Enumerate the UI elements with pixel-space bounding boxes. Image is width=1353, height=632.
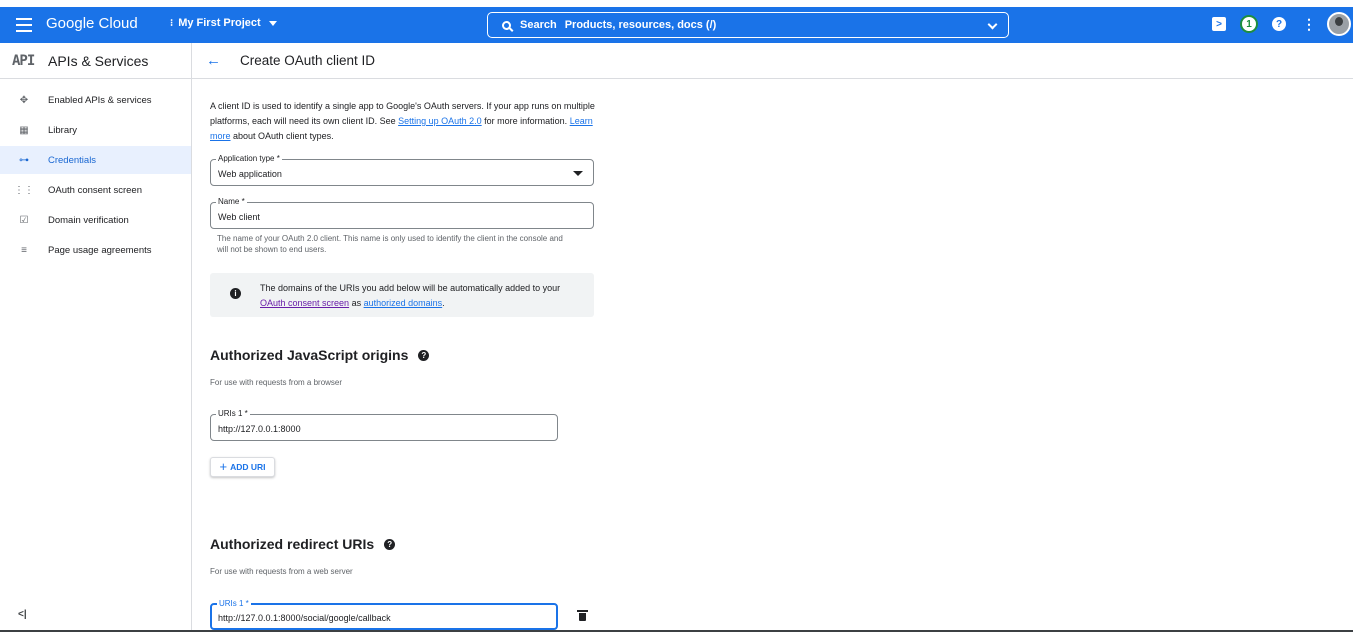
sidebar-item-domain-verification[interactable]: ☑ Domain verification — [0, 206, 191, 234]
back-arrow-icon[interactable]: ← — [206, 52, 221, 69]
caret-down-icon — [268, 20, 277, 26]
sidebar-item-label: Domain verification — [48, 214, 129, 226]
help-icon[interactable]: ? — [384, 538, 396, 550]
cloud-shell-icon[interactable]: > — [1212, 17, 1226, 31]
sidebar: API APIs & Services ✥ Enabled APIs & ser… — [0, 43, 192, 632]
setting-up-oauth-link[interactable]: Setting up OAuth 2.0 — [398, 116, 482, 126]
hub-icon: ✥ — [19, 94, 29, 106]
sidebar-item-credentials[interactable]: ⊶ Credentials — [0, 146, 191, 174]
sidebar-item-label: Page usage agreements — [48, 244, 152, 256]
avatar[interactable] — [1327, 12, 1351, 36]
sidebar-item-library[interactable]: ▦ Library — [0, 116, 191, 144]
application-type-value: Web application — [218, 169, 282, 179]
help-icon[interactable]: ? — [1272, 17, 1286, 31]
notifications-icon[interactable]: 1 — [1240, 15, 1258, 33]
chevron-down-icon[interactable] — [987, 19, 998, 30]
hamburger-menu-icon[interactable] — [16, 18, 32, 32]
intro-part: for more information. — [481, 116, 570, 126]
more-vert-icon[interactable]: ⋮ — [1302, 16, 1316, 32]
info-part: The domains of the URIs you add below wi… — [260, 283, 561, 293]
sidebar-item-oauth-consent[interactable]: ⋮⋮ OAuth consent screen — [0, 176, 191, 204]
oauth-consent-screen-link[interactable]: OAuth consent screen — [260, 298, 349, 308]
info-text: The domains of the URIs you add below wi… — [260, 281, 580, 311]
dropdown-arrow-icon — [573, 171, 583, 176]
add-uri-label: ADD URI — [230, 462, 266, 472]
intro-part: about OAuth client types. — [230, 131, 334, 141]
application-type-label: Application type * — [216, 154, 282, 164]
redirect-uri-label: URIs 1 * — [217, 599, 251, 609]
name-hint: The name of your OAuth 2.0 client. This … — [217, 234, 563, 254]
project-icon: ⁝ — [170, 17, 174, 29]
search-placeholder: Products, resources, docs (/) — [564, 19, 717, 31]
application-type-select[interactable]: Application type * Web application — [210, 154, 594, 186]
google-cloud-logo[interactable]: Google Cloud — [46, 15, 138, 32]
redirect-uris-subtitle: For use with requests from a web server — [210, 567, 353, 576]
sidebar-item-enabled-apis[interactable]: ✥ Enabled APIs & services — [0, 86, 191, 114]
sidebar-title: APIs & Services — [48, 53, 149, 69]
js-origins-title-text: Authorized JavaScript origins — [210, 347, 409, 363]
sidebar-item-label: Library — [48, 124, 78, 136]
project-picker[interactable]: ⁝ My First Project — [170, 17, 277, 29]
api-badge-icon: API — [12, 53, 35, 69]
search-icon — [502, 20, 511, 30]
intro-text: A client ID is used to identify a single… — [210, 99, 595, 144]
js-origins-title: Authorized JavaScript origins ? — [210, 347, 430, 363]
info-part: . — [442, 298, 445, 308]
redirect-uri-field[interactable]: URIs 1 * http://127.0.0.1:8000/social/go… — [210, 599, 558, 630]
redirect-uris-title-text: Authorized redirect URIs — [210, 536, 375, 552]
key-icon: ⊶ — [19, 154, 29, 166]
add-uri-button[interactable]: + ADD URI — [210, 457, 275, 477]
sidebar-item-label: Credentials — [48, 154, 97, 166]
plus-icon: + — [219, 459, 228, 474]
help-icon[interactable]: ? — [418, 349, 430, 361]
name-label: Name * — [216, 197, 247, 207]
js-origin-uri-value: http://127.0.0.1:8000 — [218, 424, 301, 434]
info-icon: i — [230, 288, 241, 299]
top-app-bar: Google Cloud ⁝ My First Project Search P… — [0, 7, 1353, 43]
name-field[interactable]: Name * Web client — [210, 197, 594, 229]
js-origin-uri-field[interactable]: URIs 1 * http://127.0.0.1:8000 — [210, 409, 558, 441]
collapse-sidebar-icon[interactable]: <| — [18, 609, 27, 620]
name-value: Web client — [218, 212, 260, 222]
project-name: My First Project — [178, 17, 261, 29]
js-origin-uri-label: URIs 1 * — [216, 409, 250, 419]
sidebar-item-page-usage[interactable]: ≡ Page usage agreements — [0, 236, 191, 264]
sidebar-header: API APIs & Services — [0, 43, 191, 79]
info-part: as — [349, 298, 364, 308]
library-icon: ▦ — [19, 124, 29, 136]
page-header: ← Create OAuth client ID — [192, 43, 1353, 79]
info-callout: i The domains of the URIs you add below … — [210, 273, 594, 317]
js-origins-subtitle: For use with requests from a browser — [210, 378, 343, 387]
search-label: Search — [520, 19, 557, 31]
authorized-domains-link[interactable]: authorized domains — [364, 298, 443, 308]
delete-icon[interactable] — [577, 610, 588, 621]
redirect-uri-value: http://127.0.0.1:8000/social/google/call… — [218, 613, 391, 623]
sidebar-item-label: Enabled APIs & services — [48, 94, 152, 106]
checkbox-icon: ☑ — [19, 214, 29, 226]
main-content: ← Create OAuth client ID A client ID is … — [192, 43, 1353, 632]
page-title: Create OAuth client ID — [240, 53, 376, 68]
search-bar[interactable]: Search Products, resources, docs (/) — [487, 12, 1009, 38]
consent-icon: ⋮⋮ — [14, 184, 34, 196]
window-top-strip — [0, 0, 1353, 7]
sidebar-item-label: OAuth consent screen — [48, 184, 142, 196]
settings-list-icon: ≡ — [21, 244, 27, 256]
redirect-uris-title: Authorized redirect URIs ? — [210, 536, 396, 552]
